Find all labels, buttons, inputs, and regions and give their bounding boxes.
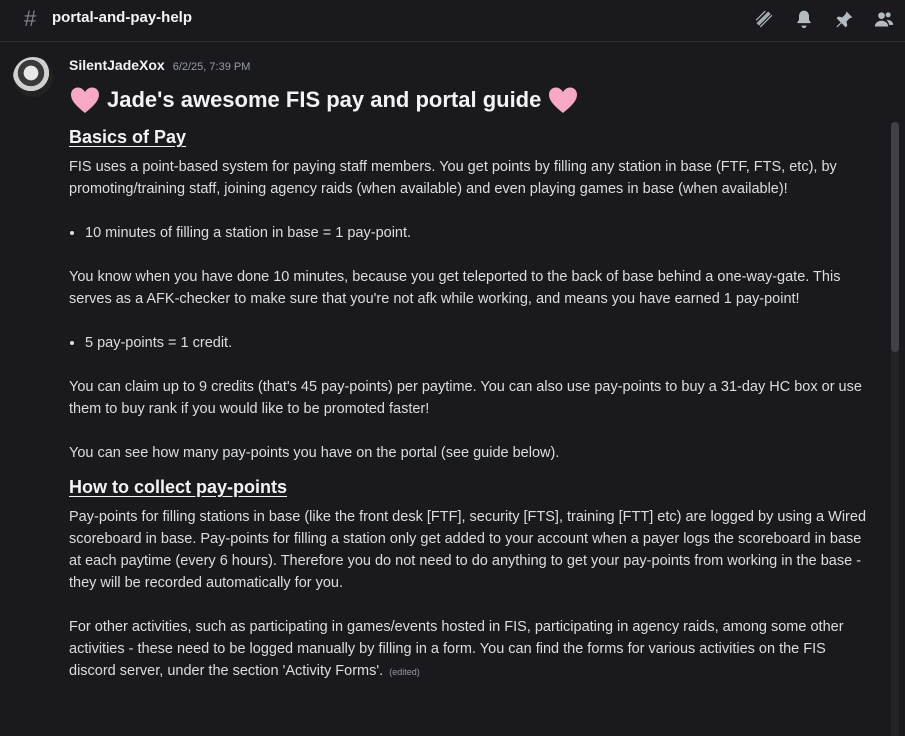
edited-label: (edited)	[389, 667, 420, 677]
avatar[interactable]	[13, 57, 53, 97]
scrollbar-thumb[interactable]	[891, 122, 899, 352]
bullet-list: 5 pay-points = 1 credit.	[69, 332, 869, 354]
list-item: 10 minutes of filling a station in base …	[85, 222, 869, 244]
header-toolbar	[753, 8, 895, 30]
hash-icon: #	[24, 6, 37, 31]
paragraph: Pay-points for filling stations in base …	[69, 509, 867, 591]
paragraph-text: For other activities, such as participat…	[69, 619, 844, 679]
scrollbar[interactable]	[891, 122, 899, 736]
message-title: Jade's awesome FIS pay and portal guide	[69, 82, 869, 118]
message-header: SilentJadeXox 6/2/25, 7:39 PM	[69, 57, 250, 73]
paragraph: You can see how many pay-points you have…	[69, 445, 560, 461]
paragraph: For other activities, such as participat…	[69, 616, 869, 683]
pin-icon[interactable]	[833, 8, 855, 30]
message-content: Jade's awesome FIS pay and portal guide …	[69, 82, 869, 683]
bullet-list: 10 minutes of filling a station in base …	[69, 222, 869, 244]
message-list[interactable]: SilentJadeXox 6/2/25, 7:39 PM Jade's awe…	[0, 42, 905, 736]
paragraph: You can claim up to 9 credits (that's 45…	[69, 379, 862, 417]
paragraph: FIS uses a point-based system for paying…	[69, 159, 837, 197]
channel-header: # portal-and-pay-help	[0, 0, 905, 42]
bell-icon[interactable]	[793, 8, 815, 30]
list-item: 5 pay-points = 1 credit.	[85, 332, 869, 354]
pink-heart-icon	[547, 84, 579, 116]
paragraph: You know when you have done 10 minutes, …	[69, 269, 841, 307]
channel-name: portal-and-pay-help	[52, 9, 193, 26]
section-heading-collect: How to collect pay-points	[69, 477, 288, 497]
message-timestamp: 6/2/25, 7:39 PM	[172, 61, 251, 73]
threads-icon[interactable]	[753, 8, 775, 30]
author-name[interactable]: SilentJadeXox	[69, 57, 165, 73]
title-text: Jade's awesome FIS pay and portal guide	[107, 87, 542, 112]
section-heading-basics: Basics of Pay	[69, 127, 187, 147]
pink-heart-icon	[69, 84, 101, 116]
members-icon[interactable]	[873, 8, 895, 30]
